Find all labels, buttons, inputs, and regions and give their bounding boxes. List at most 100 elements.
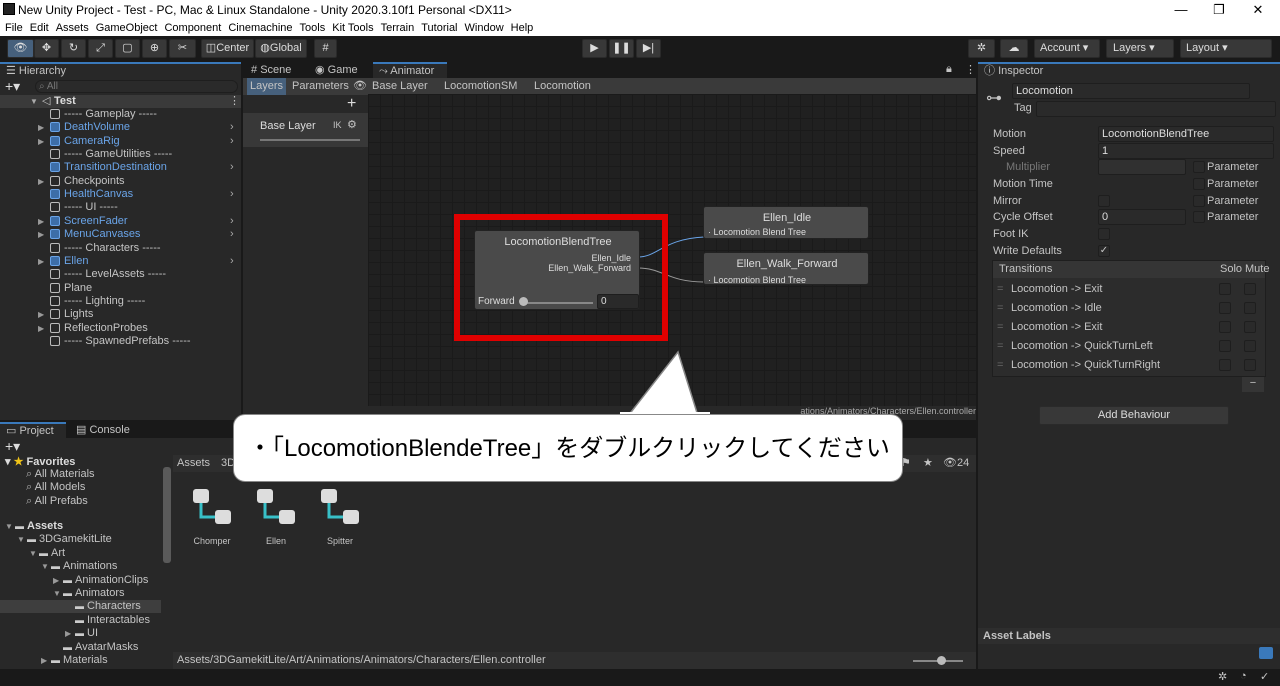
favorites-header[interactable]: ▾ ★ Favorites xyxy=(5,455,75,468)
progress-icon[interactable]: ◔ xyxy=(1240,670,1247,682)
menu-item-edit[interactable]: Edit xyxy=(30,22,49,34)
lock-icon[interactable]: 🔒︎ xyxy=(946,63,952,76)
favorite-star-icon[interactable]: ★ xyxy=(923,456,933,469)
open-prefab-chevron-icon[interactable]: › xyxy=(230,161,234,174)
project-folder[interactable]: ▶ ▬ Materials xyxy=(0,654,161,667)
layers-tab[interactable]: Layers xyxy=(247,78,287,95)
hierarchy-search-input[interactable]: ⌕ All xyxy=(35,80,238,93)
add-layer-button[interactable]: + xyxy=(347,95,356,113)
account-dropdown[interactable]: Account ▾ xyxy=(1034,39,1100,58)
project-folder[interactable]: ▬ Interactables xyxy=(0,614,161,627)
animator-controller-icon[interactable] xyxy=(254,486,298,530)
open-prefab-chevron-icon[interactable]: › xyxy=(230,188,234,201)
minimize-button[interactable]: — xyxy=(1163,0,1199,20)
step-button[interactable]: ▶| xyxy=(636,39,661,58)
create-asset-button[interactable]: +▾ xyxy=(5,438,20,455)
breadcrumb-locomotion[interactable]: Locomotion xyxy=(534,78,591,95)
parameter-checkbox[interactable] xyxy=(1193,161,1205,173)
expand-arrow-icon[interactable]: ▶ xyxy=(38,215,44,228)
favorite-item[interactable]: ⌕ All Materials xyxy=(26,468,95,481)
collab-icon[interactable]: ✲ xyxy=(968,39,995,58)
pivot-global-button[interactable]: ◍Global xyxy=(255,39,307,58)
debug-icon[interactable]: ✲ xyxy=(1218,670,1227,683)
breadcrumb-locomotion-sm[interactable]: LocomotionSM xyxy=(444,78,517,95)
favorite-item[interactable]: ⌕ All Models xyxy=(26,481,85,494)
expand-arrow-icon[interactable]: ▼ xyxy=(17,533,25,546)
drag-handle-icon[interactable]: = xyxy=(997,318,1003,337)
animator-controller-icon[interactable] xyxy=(190,486,234,530)
state-ellen-idle[interactable]: Ellen_Idle · Locomotion Blend Tree xyxy=(703,206,869,239)
hierarchy-item[interactable]: ▶ Ellen › xyxy=(0,255,240,268)
checkbox[interactable]: ✓ xyxy=(1098,245,1110,257)
drag-handle-icon[interactable]: = xyxy=(997,280,1003,299)
layers-dropdown[interactable]: Layers ▾ xyxy=(1106,39,1174,58)
hierarchy-item[interactable]: Plane xyxy=(0,282,240,295)
rotate-tool-icon[interactable]: ↻ xyxy=(61,39,86,58)
cloud-icon[interactable]: ☁ xyxy=(1000,39,1028,58)
label-tag-icon[interactable] xyxy=(1259,647,1273,659)
expand-arrow-icon[interactable]: ▶ xyxy=(38,135,44,148)
checkbox[interactable] xyxy=(1098,195,1110,207)
project-folder[interactable]: ▼ ▬ Art xyxy=(0,547,161,560)
open-prefab-chevron-icon[interactable]: › xyxy=(230,228,234,241)
mute-checkbox[interactable] xyxy=(1244,359,1256,371)
hierarchy-item[interactable]: ----- Characters ----- xyxy=(0,242,240,255)
pivot-center-button[interactable]: ◫Center xyxy=(201,39,254,58)
open-prefab-chevron-icon[interactable]: › xyxy=(230,121,234,134)
parameter-checkbox[interactable] xyxy=(1193,195,1205,207)
mute-checkbox[interactable] xyxy=(1244,321,1256,333)
menu-item-help[interactable]: Help xyxy=(511,22,534,34)
hierarchy-item[interactable]: ▶ ReflectionProbes xyxy=(0,322,240,335)
hierarchy-item[interactable]: ▶ MenuCanvases › xyxy=(0,228,240,241)
pause-button[interactable]: ❚❚ xyxy=(609,39,634,58)
expand-arrow-icon[interactable]: ▶ xyxy=(38,121,44,134)
transition-row[interactable]: = Locomotion -> Exit xyxy=(993,280,1265,299)
remove-transition-button[interactable]: − xyxy=(1242,377,1264,392)
tag-dropdown[interactable] xyxy=(1036,101,1276,117)
open-prefab-chevron-icon[interactable]: › xyxy=(230,135,234,148)
animator-controller-icon[interactable] xyxy=(318,486,362,530)
checkbox[interactable] xyxy=(1098,228,1110,240)
project-folder[interactable]: ▶ ▬ UI xyxy=(0,627,161,640)
tab-animator[interactable]: ⤳ Animator xyxy=(373,62,447,78)
mute-checkbox[interactable] xyxy=(1244,340,1256,352)
expand-arrow-icon[interactable]: ▼ xyxy=(41,560,49,573)
check-icon[interactable]: ✓ xyxy=(1260,670,1269,683)
solo-checkbox[interactable] xyxy=(1219,321,1231,333)
expand-arrow-icon[interactable]: ▶ xyxy=(41,654,47,667)
tab-more-icon[interactable]: ⋮ xyxy=(965,63,976,76)
play-button[interactable]: ▶ xyxy=(582,39,607,58)
base-layer-row[interactable]: Base Layer IK ⚙ xyxy=(243,113,368,147)
view-tool-icon[interactable]: 👁 xyxy=(7,39,34,58)
tab-console[interactable]: ▤ Console xyxy=(70,422,136,438)
open-prefab-chevron-icon[interactable]: › xyxy=(230,215,234,228)
close-button[interactable]: ✕ xyxy=(1240,0,1276,20)
tab-inspector[interactable]: ⓘ Inspector xyxy=(978,62,1280,78)
expand-arrow-icon[interactable]: ▶ xyxy=(38,175,44,188)
parameter-checkbox[interactable] xyxy=(1193,211,1205,223)
transition-row[interactable]: = Locomotion -> Exit xyxy=(993,318,1265,337)
mute-checkbox[interactable] xyxy=(1244,302,1256,314)
hierarchy-item[interactable]: ▶ Lights xyxy=(0,308,240,321)
breadcrumb-base-layer[interactable]: Base Layer xyxy=(372,78,428,95)
project-folder[interactable]: ▬ Characters xyxy=(0,600,161,614)
hierarchy-item[interactable]: ----- UI ----- xyxy=(0,201,240,214)
zoom-slider-handle[interactable] xyxy=(937,656,946,665)
transition-row[interactable]: = Locomotion -> QuickTurnRight xyxy=(993,356,1265,375)
transform-tool-icon[interactable]: ⊕ xyxy=(142,39,167,58)
expand-arrow-icon[interactable]: ▼ xyxy=(5,520,13,533)
hierarchy-item[interactable]: ▶ Checkpoints xyxy=(0,175,240,188)
project-folder[interactable]: ▬ AvatarMasks xyxy=(0,641,161,654)
menu-item-cinemachine[interactable]: Cinemachine xyxy=(228,22,292,34)
drag-handle-icon[interactable]: = xyxy=(997,337,1003,356)
scene-more-icon[interactable]: ⋮ xyxy=(229,95,240,108)
project-folder[interactable]: ▼ ▬ Animations xyxy=(0,560,161,573)
state-name-input[interactable]: Locomotion xyxy=(1012,83,1250,99)
parameters-tab[interactable]: Parameters xyxy=(292,78,349,95)
hidden-count[interactable]: 👁24 xyxy=(943,456,969,469)
expand-arrow-icon[interactable]: ▶ xyxy=(65,627,71,640)
menu-item-file[interactable]: File xyxy=(5,22,23,34)
expand-arrow-icon[interactable]: ▶ xyxy=(53,574,59,587)
solo-checkbox[interactable] xyxy=(1219,340,1231,352)
add-object-button[interactable]: +▾ xyxy=(5,78,20,95)
